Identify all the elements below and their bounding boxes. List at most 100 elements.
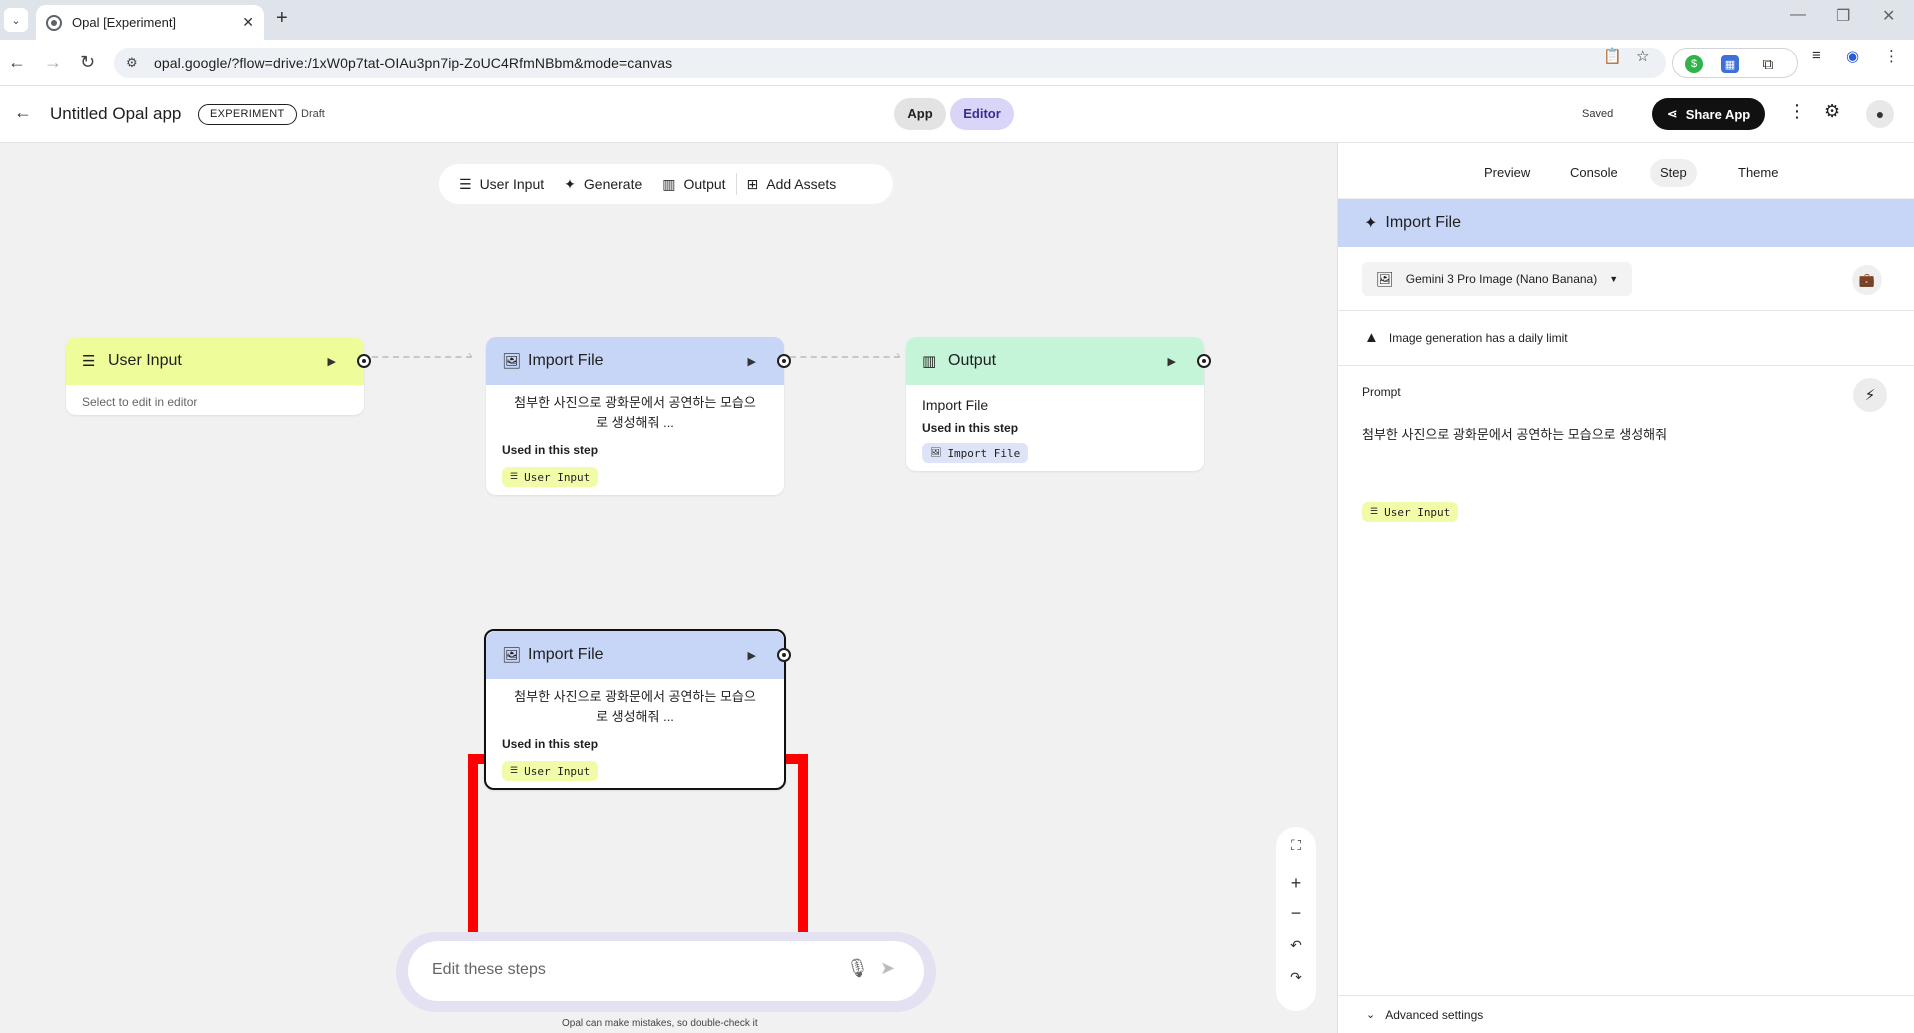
back-arrow-icon[interactable]: ← [14,102,32,123]
output-node-header: ▥ Output ▶ [906,337,1211,385]
media-icon[interactable]: ≡ [1812,47,1821,64]
warning-icon: ▲ [1364,329,1379,346]
browser-menu-icon[interactable]: ⋮ [1884,47,1899,65]
step-title[interactable]: Import File [1385,214,1461,232]
run-node-icon[interactable]: ▶ [748,649,756,662]
back-icon[interactable]: ← [8,52,26,73]
prompt-editor[interactable]: 첨부한 사진으로 광화문에서 공연하는 모습으로 생성해줘 [1362,424,1667,443]
bookmark-star-icon[interactable]: ☆ [1636,47,1649,65]
sparkle-icon: ✦ [1364,215,1378,232]
tab-console[interactable]: Console [1560,159,1628,187]
app-mode-button[interactable]: App [894,98,946,130]
output-port[interactable] [777,648,791,662]
user-input-node[interactable]: ☰ User Input ▶ Select to edit in editor [66,337,371,415]
output-port[interactable] [1197,354,1211,368]
prompt-label: Prompt [1362,385,1401,399]
window-close-icon[interactable]: ✕ [1882,6,1895,26]
app-header: ← Untitled Opal app EXPERIMENT Draft App… [0,86,1914,143]
omnibox[interactable]: ⚙ opal.google/?flow=drive:/1xW0p7tat-OIA… [114,48,1666,78]
share-icon: ⋖ [1666,106,1678,121]
browser-tab[interactable]: Opal [Experiment] ✕ [36,5,264,40]
favicon-icon [46,14,62,31]
user-input-chip[interactable]: ☰ User Input [1362,502,1459,522]
node-title: Import File [528,352,604,369]
used-in-step-label: Used in this step [922,421,1019,435]
mic-icon[interactable]: 🎙 [846,958,869,979]
disclaimer-text: Opal can make mistakes, so double-check … [562,1018,758,1029]
minimize-icon[interactable]: — [1790,6,1806,24]
extension-calendar-icon[interactable]: ▦ [1721,55,1739,73]
import-file-node-selected[interactable]: 🖼 Import File ▶ 첨부한 사진으로 광화문에서 공연하는 모습으 … [484,629,791,790]
user-input-icon: ☰ [82,353,96,370]
import-file-chip[interactable]: 🖼 Import File [922,443,1029,463]
step-panel: Preview Console Step Theme ✦ Import File… [1337,143,1914,1033]
output-port[interactable] [357,354,371,368]
run-node-icon[interactable]: ▶ [748,355,756,368]
user-input-icon: ☰ [510,472,519,482]
user-input-chip[interactable]: ☰ User Input [502,761,599,781]
output-port[interactable] [777,354,791,368]
extension-dollar-icon[interactable]: $ [1685,55,1703,73]
flow-canvas[interactable]: ☰ User Input ✦ Generate ▥ Output ⊞ Add A… [0,143,1337,1033]
add-user-input-button[interactable]: ☰ User Input [449,164,554,204]
extensions-group: $ ▦ ⧉ [1672,48,1798,78]
settings-gear-icon[interactable]: ⚙ [1824,101,1840,122]
tab-search-icon[interactable]: ⌄ [4,8,28,32]
redo-icon[interactable]: ↷ [1276,969,1316,986]
add-user-input-label: User Input [479,176,545,192]
output-node[interactable]: ▥ Output ▶ Import File Used in this step… [906,337,1211,471]
import-file-node-header: 🖼 Import File ▶ [486,337,791,385]
undo-icon[interactable]: ↶ [1276,937,1316,954]
import-file-node[interactable]: 🖼 Import File ▶ 첨부한 사진으로 광화문에서 공연하는 모습으 … [486,337,791,495]
new-tab-icon[interactable]: + [276,7,288,30]
edge-importfile-output [790,356,900,358]
tab-step[interactable]: Step [1650,159,1697,187]
canvas-toolbar: ☰ User Input ✦ Generate ▥ Output ⊞ Add A… [439,164,893,204]
add-assets-label: Add Assets [766,176,837,192]
fit-view-icon[interactable]: ⛶ [1276,837,1316,854]
tab-close-icon[interactable]: ✕ [242,14,254,31]
add-output-button[interactable]: ▥ Output [652,164,735,204]
site-info-icon[interactable]: ⚙ [126,55,142,71]
share-app-button[interactable]: ⋖ Share App [1652,98,1765,130]
edit-steps-placeholder: Edit these steps [432,961,546,978]
chip-label: User Input [1384,505,1451,519]
run-node-icon[interactable]: ▶ [1168,355,1176,368]
forward-icon[interactable]: → [44,52,62,73]
node-title: Import File [528,646,604,663]
extensions-puzzle-icon[interactable]: ⧉ [1759,55,1777,73]
browser-tab-strip: ⌄ Opal [Experiment] ✕ + — ❐ ✕ [0,0,1914,40]
add-generate-button[interactable]: ✦ Generate [554,164,652,204]
chevron-down-icon: ⌄ [1366,1009,1376,1021]
advanced-settings-toggle[interactable]: ⌄ Advanced settings [1338,995,1914,1033]
magic-wand-icon[interactable]: ⚡ [1853,378,1887,412]
profile-icon[interactable]: ◉ [1846,47,1859,65]
restore-icon[interactable]: ❐ [1836,6,1850,26]
import-file-node-header: 🖼 Import File ▶ [486,631,791,679]
add-assets-button[interactable]: ⊞ Add Assets [737,164,847,204]
avatar[interactable]: ● [1866,100,1894,128]
model-selector[interactable]: 🖼 Gemini 3 Pro Image (Nano Banana) ▼ [1362,262,1633,296]
used-in-step-label: Used in this step [502,737,599,751]
person-icon: ● [1875,106,1885,122]
add-generate-label: Generate [583,176,643,192]
zoom-in-icon[interactable]: + [1276,873,1316,894]
chip-label: User Input [524,470,591,484]
user-input-icon: ☰ [1370,507,1379,517]
zoom-out-icon[interactable]: − [1276,903,1316,924]
app-title[interactable]: Untitled Opal app [50,104,181,124]
user-input-chip[interactable]: ☰ User Input [502,467,599,487]
warning-text: Image generation has a daily limit [1388,330,1568,345]
run-node-icon[interactable]: ▶ [328,355,336,368]
tab-theme[interactable]: Theme [1728,159,1788,187]
image-add-icon: 🖼 [502,647,522,664]
clipboard-icon[interactable]: 📋 [1603,47,1622,65]
reload-icon[interactable]: ↻ [80,52,95,73]
more-menu-icon[interactable]: ⋮ [1788,101,1806,122]
send-icon[interactable]: ➤ [880,958,895,979]
editor-mode-button[interactable]: Editor [950,98,1014,130]
tab-preview[interactable]: Preview [1474,159,1540,187]
saved-status: Saved [1582,108,1614,120]
tools-briefcase-icon[interactable]: 💼 [1852,265,1882,295]
dropdown-caret-icon: ▼ [1609,274,1619,284]
